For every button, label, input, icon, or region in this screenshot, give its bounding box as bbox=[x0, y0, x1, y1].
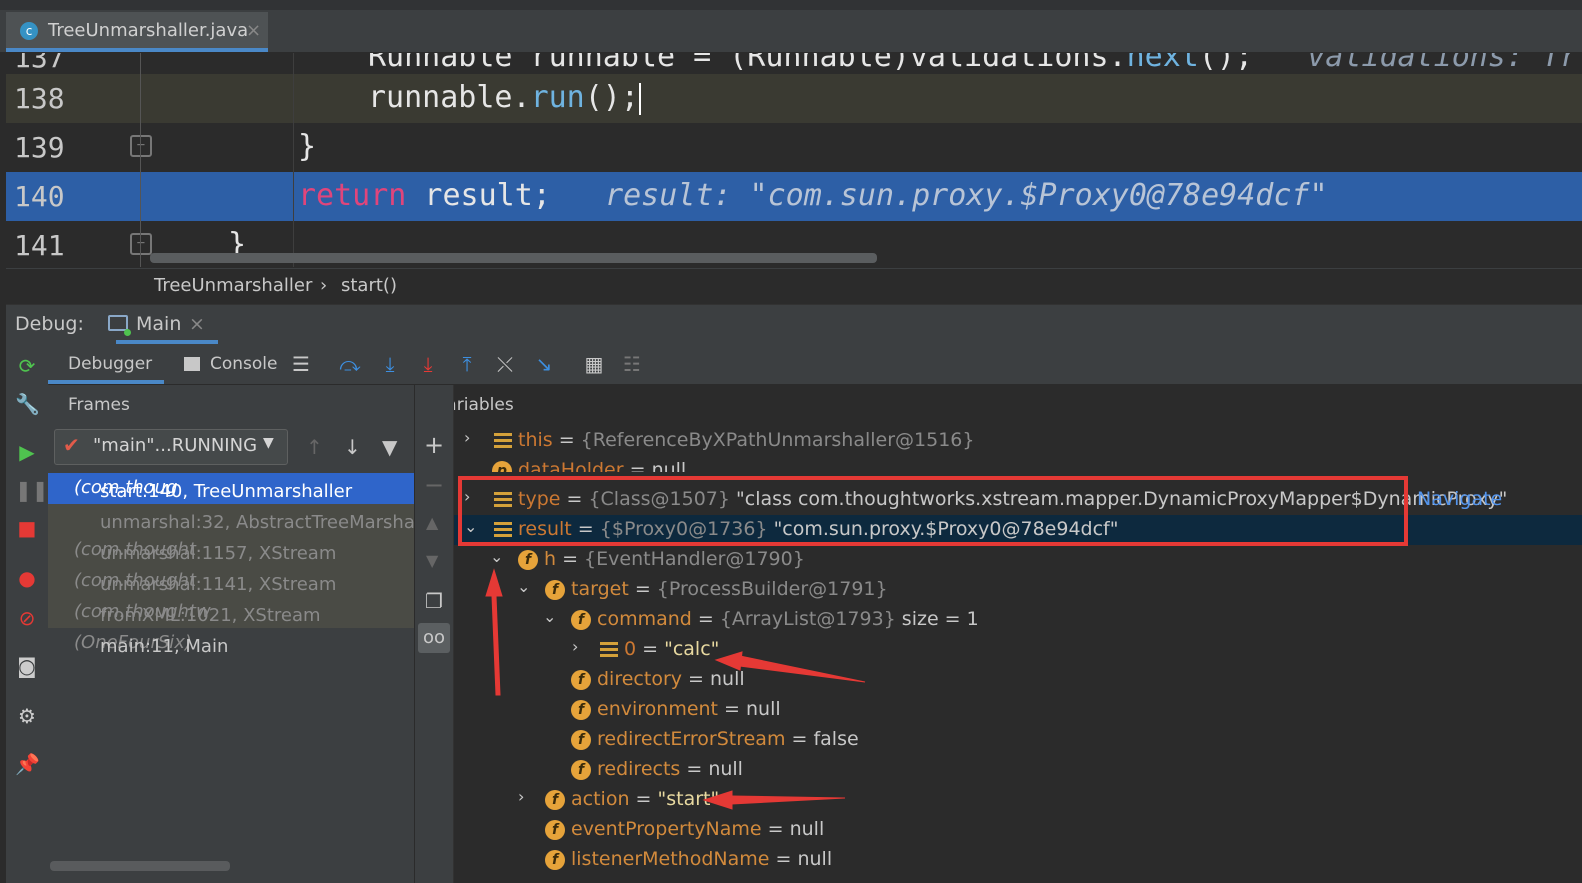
arrow-head-left-start bbox=[702, 790, 733, 810]
annotation-arrows bbox=[485, 568, 866, 810]
arrow-head-up bbox=[485, 568, 503, 597]
arrow-shaft-up bbox=[491, 595, 501, 696]
arrow-head-left-calc bbox=[714, 651, 743, 671]
arrow-shaft-start bbox=[731, 795, 846, 805]
arrow-shaft-calc bbox=[739, 655, 866, 683]
